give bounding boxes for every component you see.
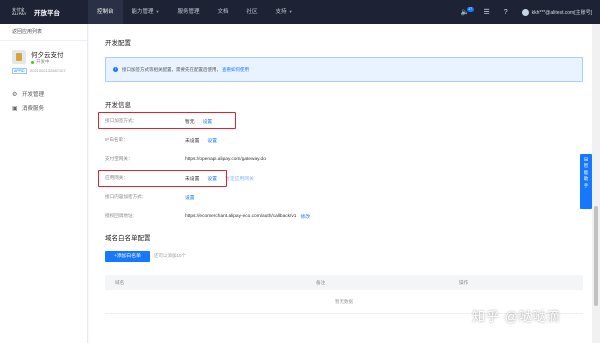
encrypt-method-row: 接口内容加密方式： 设置: [105, 192, 585, 202]
form-value: https://openapi.alipay.com/gateway.do: [185, 156, 266, 162]
edit-callback-link[interactable]: 修改: [300, 213, 310, 220]
nav-community-label: 社区: [246, 9, 258, 15]
info-notice: i 接口加签方式等相关配置，需要先在配置后使用， 查看如何使用: [105, 57, 583, 82]
app-id: 2021002132687107: [30, 68, 66, 73]
sidebar-item-label: 消费服务: [22, 106, 45, 112]
brand[interactable]: 支付宝 ALIPAY 开放平台: [0, 0, 88, 24]
set-ip-whitelist-link[interactable]: 设置: [207, 137, 217, 144]
main-content: 开发配置 i 接口加签方式等相关配置，需要先在配置后使用， 查看如何使用 开发信…: [89, 24, 592, 343]
assistant-label-char: 手: [583, 182, 589, 188]
highlight-box: [98, 112, 236, 129]
nav-community[interactable]: 社区: [238, 0, 267, 24]
notification-icon[interactable]: 🔈 17: [461, 7, 474, 16]
nav-console-label: 控制台: [97, 9, 114, 15]
shop-icon: ▣: [12, 105, 18, 112]
form-label: 支付宝网关：: [105, 156, 133, 161]
sidebar-item-label: 开发管理: [22, 92, 45, 98]
brand-title: 开放平台: [34, 10, 60, 17]
nav-support-label: 支持: [275, 9, 287, 15]
nav-docs[interactable]: 文档: [209, 0, 238, 24]
avatar[interactable]: [521, 8, 529, 16]
notification-badge: 17: [466, 7, 474, 12]
top-navigation-bar: 支付宝 ALIPAY 开放平台 控制台 能力管理 ▼ 服务管理 文档 社区 支持 ▼ …: [0, 0, 600, 24]
column-header-action: 操作: [459, 279, 469, 285]
chevron-down-icon: ▼: [155, 9, 160, 14]
form-value: https://ecomerchant.alipay-eco.com/auth/…: [185, 213, 297, 219]
alipay-logo: 支付宝 ALIPAY: [12, 7, 27, 16]
auth-callback-row: 授权回调地址： https://ecomerchant.alipay-eco.c…: [105, 211, 585, 221]
appid-tag: APPID: [12, 68, 27, 74]
add-whitelist-button[interactable]: +添加白名单: [105, 251, 150, 262]
nav-service[interactable]: 服务管理: [169, 0, 209, 24]
help-icon[interactable]: ?: [504, 9, 508, 16]
nav-capability-label: 能力管理: [131, 9, 154, 15]
notice-text: 接口加签方式等相关配置，需要先在配置后使用，: [122, 66, 221, 72]
message-icon[interactable]: ☰: [483, 8, 489, 16]
ip-whitelist-row: IP白名单： 未设置 设置: [105, 135, 585, 145]
app-card: 何夕云支付 开发中 APPID 2021002132687107: [0, 41, 87, 87]
column-header-domain: 域名: [115, 279, 125, 285]
form-value: 未设置: [185, 138, 200, 144]
dev-info-title: 开发信息: [105, 102, 131, 109]
status-dot: [31, 60, 34, 64]
scrollbar[interactable]: [592, 24, 600, 343]
app-status-label: 开发中: [36, 59, 50, 64]
gateway-row: 支付宝网关： https://openapi.alipay.com/gatewa…: [105, 154, 585, 164]
nav-docs-label: 文档: [217, 9, 229, 15]
info-icon: i: [113, 67, 118, 72]
form-label: 接口内容加密方式：: [105, 194, 147, 199]
form-label: IP白名单：: [105, 137, 128, 142]
main-nav: 控制台 能力管理 ▼ 服务管理 文档 社区 支持 ▼: [88, 0, 302, 24]
quota-text: 还可以添加10个: [154, 253, 187, 258]
user-account[interactable]: kkh***@alitest.com[主账号]: [532, 9, 592, 16]
app-status: 开发中: [31, 59, 50, 65]
watermark: 知乎 @哒哒滴: [472, 309, 561, 324]
app-name: 何夕云支付: [31, 52, 64, 59]
app-gateway-hint-link[interactable]: 暂定应用网关: [225, 175, 254, 182]
sidebar-item-dev-management[interactable]: ⚙ 开发管理: [0, 87, 87, 101]
table-header: 域名 备注 操作: [105, 275, 583, 290]
back-to-app-list[interactable]: 返回应用列表: [0, 24, 87, 41]
nav-capability[interactable]: 能力管理 ▼: [123, 0, 169, 24]
set-encrypt-method-link[interactable]: 设置: [185, 194, 195, 201]
column-header-remark: 备注: [316, 279, 326, 285]
dev-config-title: 开发配置: [105, 40, 131, 47]
chevron-down-icon: ▼: [288, 9, 293, 14]
nav-support[interactable]: 支持 ▼: [267, 0, 302, 24]
gear-icon: ⚙: [12, 91, 18, 98]
highlight-box: [98, 170, 227, 187]
sidebar-item-consume-service[interactable]: ▣ 消费服务: [0, 101, 87, 115]
header-actions: 🔈 17 ☰ ? kkh***@alitest.com[主账号]: [447, 0, 592, 24]
app-logo: [12, 50, 26, 64]
domain-whitelist-title: 域名白名单配置: [105, 235, 151, 242]
notice-link[interactable]: 查看如何使用: [222, 67, 249, 73]
sidebar: 返回应用列表 何夕云支付 开发中 APPID 2021002132687107 …: [0, 24, 88, 343]
nav-console[interactable]: 控制台: [88, 0, 123, 24]
smart-assistant-button[interactable]: ⊞ 智 能 助 手: [580, 154, 592, 209]
nav-service-label: 服务管理: [177, 9, 200, 15]
scrollbar-thumb[interactable]: [594, 206, 598, 306]
form-label: 授权回调地址：: [105, 213, 138, 218]
